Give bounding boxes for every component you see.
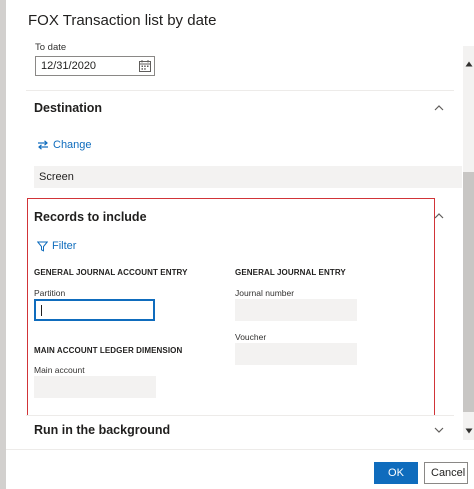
journal-number-label: Journal number bbox=[235, 288, 295, 298]
chevron-up-icon[interactable] bbox=[434, 103, 444, 113]
background-section-title[interactable]: Run in the background bbox=[34, 423, 170, 437]
footer-divider bbox=[6, 449, 474, 450]
dialog-panel: FOX Transaction list by date To date 12/… bbox=[6, 0, 474, 489]
chevron-down-icon[interactable] bbox=[434, 425, 444, 435]
chevron-up-icon[interactable] bbox=[434, 211, 444, 221]
scroll-down-arrow-icon[interactable] bbox=[465, 427, 473, 435]
divider bbox=[26, 415, 454, 416]
filter-icon bbox=[37, 241, 48, 252]
partition-label: Partition bbox=[34, 288, 66, 298]
to-date-value: 12/31/2020 bbox=[41, 60, 97, 72]
destination-section-title[interactable]: Destination bbox=[34, 101, 102, 115]
filter-link[interactable]: Filter bbox=[37, 240, 76, 252]
text-cursor bbox=[41, 305, 42, 316]
filter-label: Filter bbox=[52, 240, 77, 252]
voucher-field[interactable] bbox=[235, 343, 357, 365]
swap-arrows-icon bbox=[38, 140, 48, 150]
scrollbar-thumb[interactable] bbox=[463, 172, 474, 412]
to-date-label: To date bbox=[35, 42, 67, 53]
group-title-mald: MAIN ACCOUNT LEDGER DIMENSION bbox=[34, 346, 183, 355]
voucher-label: Voucher bbox=[235, 332, 267, 342]
change-label: Change bbox=[53, 139, 92, 151]
group-title-gje: GENERAL JOURNAL ENTRY bbox=[235, 268, 346, 277]
to-date-input[interactable]: 12/31/2020 bbox=[35, 56, 155, 76]
group-title-gjae: GENERAL JOURNAL ACCOUNT ENTRY bbox=[34, 268, 188, 277]
dialog-title: FOX Transaction list by date bbox=[28, 12, 217, 29]
partition-input[interactable] bbox=[34, 299, 155, 321]
journal-number-field[interactable] bbox=[235, 299, 357, 321]
main-account-field[interactable] bbox=[34, 376, 156, 398]
calendar-icon[interactable] bbox=[139, 60, 151, 72]
divider bbox=[26, 90, 454, 91]
main-account-label: Main account bbox=[34, 365, 85, 375]
cancel-button[interactable]: Cancel bbox=[424, 462, 468, 484]
records-section-title[interactable]: Records to include bbox=[34, 210, 147, 224]
destination-value-field: Screen bbox=[34, 166, 462, 188]
ok-button[interactable]: OK bbox=[374, 462, 418, 484]
scroll-up-arrow-icon[interactable] bbox=[465, 60, 473, 68]
change-destination-link[interactable]: Change bbox=[37, 139, 92, 151]
